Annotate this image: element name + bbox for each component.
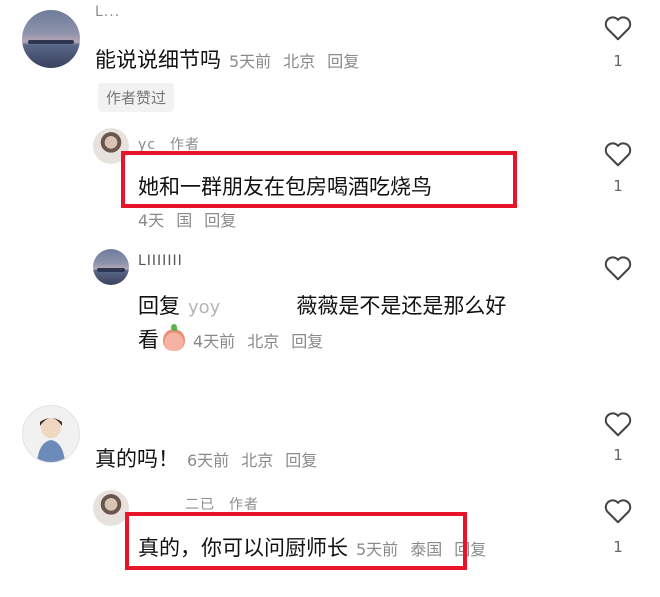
reply-button[interactable]: 回复 [285,451,317,470]
red-highlight-box [121,151,517,208]
comment-time: 5天前 [229,52,272,71]
reply-to-name[interactable]: yoy [188,297,220,318]
reply-button[interactable]: 回复 [291,332,323,351]
commenter-name[interactable]: L... [95,4,120,20]
author-liked-badge: 作者赞过 [98,83,175,112]
reply-button[interactable]: 回复 [327,52,359,71]
reply-text: 回复 yoy 薇薇是不是还是那么好 [138,294,507,318]
heart-outline-icon[interactable] [603,140,633,168]
like-count: 1 [613,177,623,195]
comment-text: 能说说细节吗 5天前 北京 回复 [95,48,360,72]
avatar[interactable] [93,249,129,285]
avatar[interactable] [22,10,80,68]
comment-text: 真的吗！ 6天前 北京 回复 [95,447,318,471]
avatar[interactable] [22,405,80,463]
heart-outline-icon[interactable] [603,410,633,438]
reply-button[interactable]: 回复 [204,211,236,230]
reply-author-name[interactable]: 二已 作者 [185,494,259,514]
peach-emoji-icon [163,324,185,351]
like-count: 1 [613,538,623,556]
heart-outline-icon[interactable] [603,254,633,282]
heart-outline-icon[interactable] [603,14,633,42]
comment-location: 北京 [283,52,316,71]
reply-meta: 4天国回复 [138,211,237,230]
like-count: 1 [613,52,623,70]
author-tag: 作者 [229,497,259,513]
red-highlight-box [125,512,467,570]
like-count: 1 [613,446,623,464]
heart-outline-icon[interactable] [603,497,633,525]
avatar[interactable] [93,490,129,526]
reply-text-continued: 看 4天前 北京 回复 [138,324,324,352]
reply-author-name[interactable]: LIIIIIII [138,253,183,269]
